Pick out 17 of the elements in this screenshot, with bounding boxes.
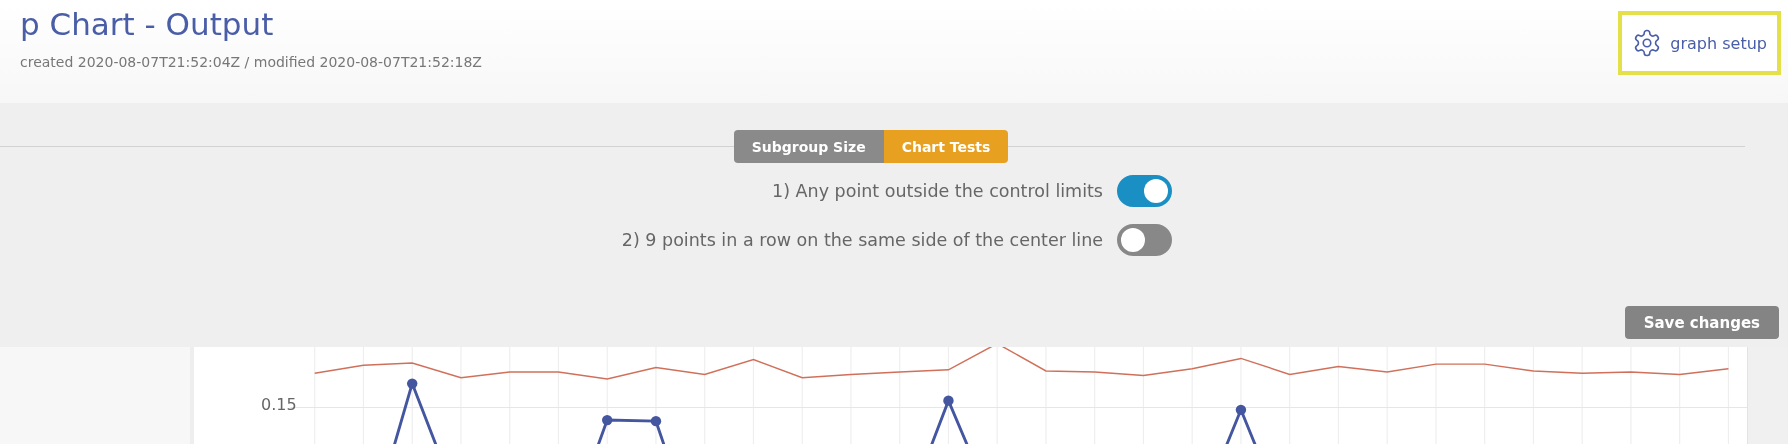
- data-point: [1235, 404, 1247, 415]
- save-button[interactable]: Save changes: [1624, 306, 1779, 339]
- data-point: [650, 416, 662, 427]
- scrollbar[interactable]: [1747, 347, 1788, 444]
- data-point: [602, 414, 613, 426]
- test-label: 1) Any point outside the control limits: [772, 181, 1103, 201]
- timestamps: created 2020-08-07T21:52:04Z / modified 2020-08-07T21:52:18Z: [20, 54, 482, 70]
- toggle-switch[interactable]: [1117, 175, 1172, 207]
- data-point: [943, 395, 954, 406]
- chart-title: p Chart - Output: [20, 6, 275, 42]
- tab[interactable]: Chart Tests: [883, 130, 1009, 163]
- y-axis-label: 0.15: [261, 395, 297, 414]
- data-point: [407, 378, 418, 389]
- tab[interactable]: Subgroup Size: [733, 130, 884, 163]
- graph-setup-button[interactable]: graph setup: [1618, 11, 1781, 75]
- test-label: 2) 9 points in a row on the same side of the center line: [621, 230, 1103, 250]
- toggle-switch[interactable]: [1117, 224, 1172, 256]
